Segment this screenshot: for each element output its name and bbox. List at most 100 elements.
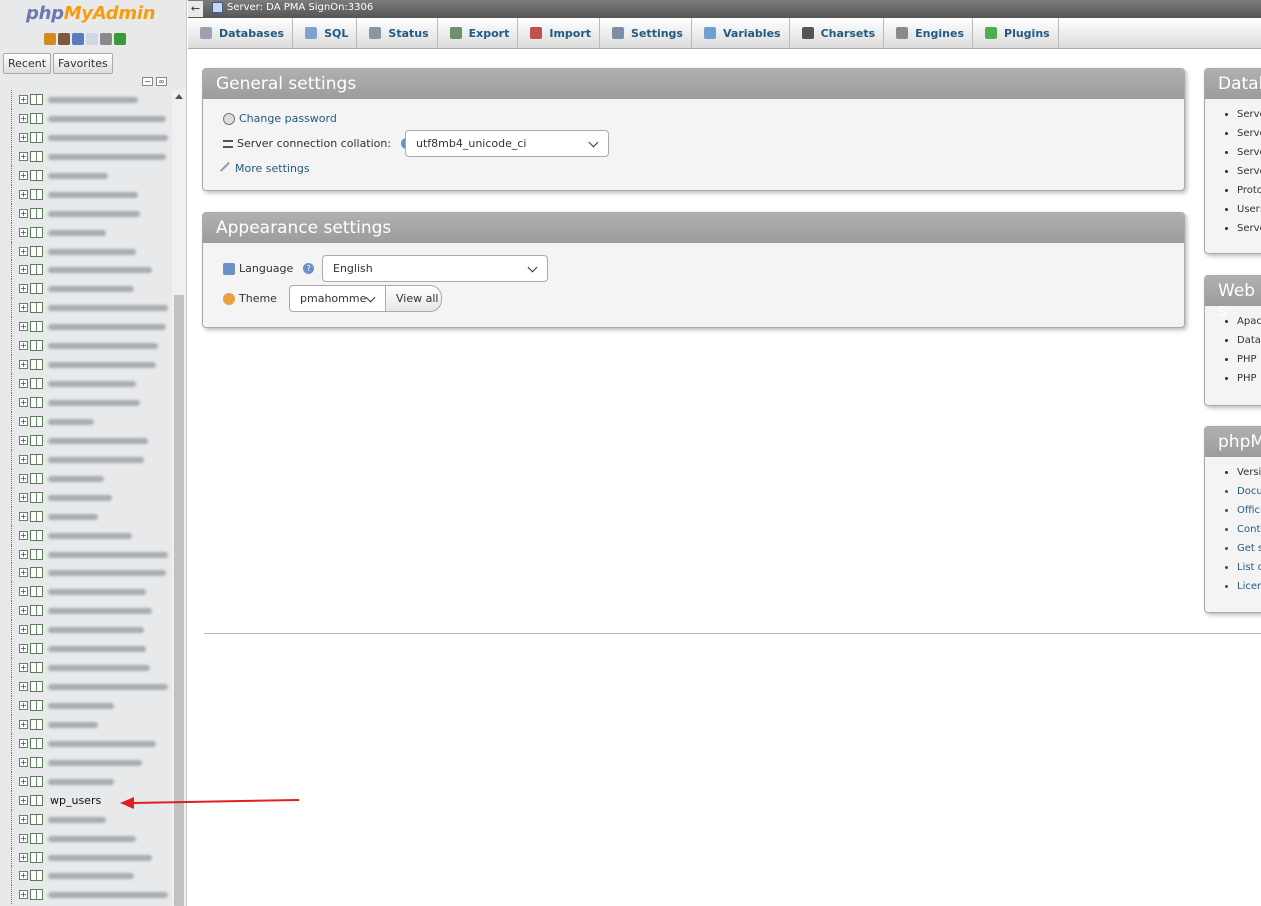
redacted-table-name[interactable] <box>48 97 138 103</box>
table-row[interactable]: + <box>0 487 172 507</box>
expand-icon[interactable]: + <box>19 189 28 199</box>
redacted-table-name[interactable] <box>48 740 156 747</box>
table-row[interactable]: + <box>0 885 172 905</box>
redacted-table-name[interactable] <box>48 778 114 785</box>
table-row[interactable]: + <box>0 696 172 715</box>
expand-icon[interactable]: + <box>19 473 28 483</box>
help-icon[interactable]: ? <box>303 263 315 274</box>
expand-icon[interactable]: + <box>19 757 28 767</box>
table-row[interactable]: + <box>0 771 172 791</box>
expand-icon[interactable]: + <box>19 738 28 748</box>
change-password-link[interactable]: Change password <box>239 112 337 125</box>
expand-icon[interactable]: + <box>19 322 28 332</box>
expand-icon[interactable]: + <box>19 814 28 824</box>
table-row[interactable]: + <box>0 260 172 280</box>
table-row[interactable]: + <box>0 336 172 356</box>
expand-icon[interactable]: + <box>19 227 28 237</box>
table-row[interactable]: + <box>0 355 172 375</box>
expand-icon[interactable]: + <box>19 492 28 502</box>
redacted-table-name[interactable] <box>48 172 108 179</box>
tab-settings[interactable]: Settings <box>600 18 692 48</box>
collapse-all-icon[interactable]: − <box>142 77 153 86</box>
tab-variables[interactable]: Variables <box>692 18 790 48</box>
table-row[interactable]: + <box>0 847 172 867</box>
expand-icon[interactable]: + <box>19 833 28 843</box>
expand-icon[interactable]: + <box>19 719 28 729</box>
expand-icon[interactable]: + <box>19 795 28 805</box>
expand-icon[interactable]: + <box>19 682 28 692</box>
expand-icon[interactable]: + <box>19 890 28 900</box>
redacted-table-name[interactable] <box>48 646 146 653</box>
nav-scrollbar[interactable] <box>172 90 186 906</box>
theme-select[interactable]: pmahomme <box>289 285 386 312</box>
redacted-table-name[interactable] <box>48 854 152 861</box>
table-row[interactable]: + <box>0 127 172 147</box>
collapse-nav-button[interactable]: ← <box>188 1 203 17</box>
expand-icon[interactable]: + <box>19 416 28 426</box>
redacted-table-name[interactable] <box>48 513 98 520</box>
redacted-table-name[interactable] <box>48 267 152 274</box>
settings-gear-icon[interactable] <box>100 33 112 45</box>
phpmyadmin-logo[interactable]: phpMyAdmin <box>26 3 156 24</box>
reload-icon[interactable] <box>114 33 126 45</box>
table-row[interactable]: + <box>0 90 172 109</box>
info-item[interactable]: Get s <box>1237 543 1261 562</box>
info-item[interactable]: Contr <box>1237 524 1261 543</box>
collation-select[interactable]: utf8mb4_unicode_ci <box>405 130 609 157</box>
table-row[interactable]: + <box>0 809 172 829</box>
redacted-table-name[interactable] <box>48 324 166 331</box>
redacted-table-name[interactable] <box>48 608 152 615</box>
redacted-table-name[interactable] <box>48 437 148 444</box>
expand-icon[interactable]: + <box>19 454 28 464</box>
expand-icon[interactable]: + <box>19 398 28 407</box>
expand-icon[interactable]: + <box>19 871 28 881</box>
table-row[interactable]: + <box>0 828 172 848</box>
expand-icon[interactable]: + <box>19 246 28 256</box>
redacted-table-name[interactable] <box>48 153 166 160</box>
expand-icon[interactable]: + <box>19 113 28 123</box>
table-row[interactable]: + <box>0 525 172 545</box>
tab-engines[interactable]: Engines <box>884 18 974 48</box>
redacted-table-name[interactable] <box>48 892 168 899</box>
table-row[interactable]: + <box>0 108 172 128</box>
expand-icon[interactable]: + <box>19 151 28 161</box>
favorites-button[interactable]: Favorites <box>53 53 113 74</box>
table-row[interactable]: + <box>0 411 172 431</box>
redacted-table-name[interactable] <box>48 475 104 482</box>
redacted-table-name[interactable] <box>48 684 168 691</box>
redacted-table-name[interactable] <box>48 703 114 709</box>
info-item[interactable]: Offici <box>1237 505 1261 524</box>
redacted-table-name[interactable] <box>48 343 158 350</box>
language-select[interactable]: English <box>322 255 548 282</box>
table-row[interactable]: + <box>0 241 172 261</box>
expand-icon[interactable]: + <box>19 511 28 521</box>
table-row[interactable]: + <box>0 677 172 696</box>
expand-icon[interactable]: + <box>19 701 28 710</box>
scroll-thumb[interactable] <box>174 295 184 906</box>
redacted-table-name[interactable] <box>48 551 168 558</box>
redacted-table-name[interactable] <box>48 494 112 501</box>
table-row[interactable]: + <box>0 601 172 621</box>
table-row[interactable]: + <box>0 449 172 469</box>
tab-sql[interactable]: SQL <box>293 18 358 48</box>
home-icon[interactable] <box>44 33 56 45</box>
docs-icon[interactable] <box>86 33 98 45</box>
redacted-table-name[interactable] <box>48 418 94 425</box>
table-row[interactable]: + <box>0 544 172 564</box>
redacted-table-name[interactable] <box>48 362 156 369</box>
table-row[interactable]: + <box>0 165 172 185</box>
table-row[interactable]: + <box>0 752 172 772</box>
redacted-table-name[interactable] <box>48 210 140 217</box>
link-with-main-icon[interactable]: ∞ <box>156 77 167 86</box>
table-row[interactable]: + <box>0 714 172 734</box>
server-breadcrumb[interactable]: Server: DA PMA SignOn:3306 <box>212 2 373 13</box>
redacted-table-name[interactable] <box>48 381 136 388</box>
table-row[interactable]: + <box>0 506 172 526</box>
expand-icon[interactable]: + <box>19 625 28 635</box>
scroll-up-arrow-icon[interactable] <box>175 94 183 99</box>
redacted-table-name[interactable] <box>48 191 138 198</box>
redacted-table-name[interactable] <box>48 873 134 880</box>
table-row[interactable]: + <box>0 279 172 299</box>
tab-charsets[interactable]: Charsets <box>790 18 885 48</box>
redacted-table-name[interactable] <box>48 248 136 255</box>
